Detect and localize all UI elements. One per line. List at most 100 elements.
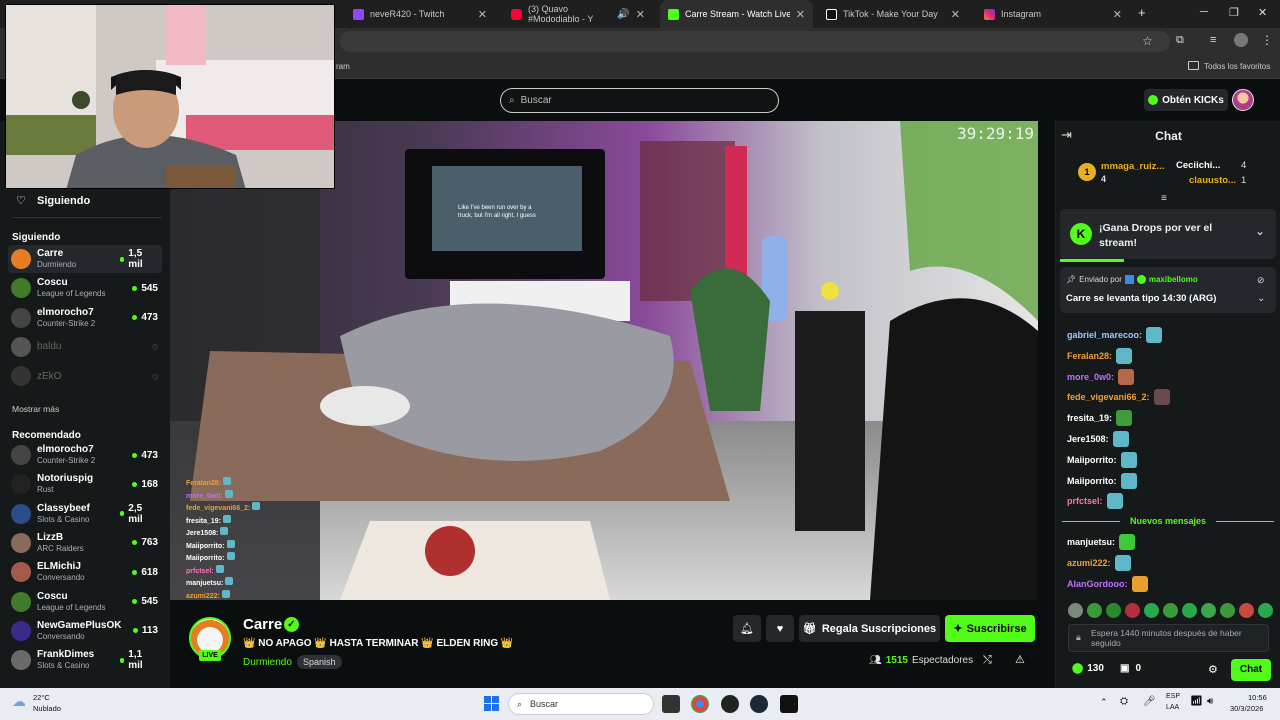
chat-username[interactable]: prfctsel:	[1067, 496, 1103, 506]
chat-username[interactable]: Maiiporrito:	[1067, 476, 1117, 486]
window-close-icon[interactable]: ✕	[1258, 6, 1267, 19]
sidebar-channel[interactable]: elmorocho7 Counter-Strike 2 473	[8, 304, 162, 332]
emote-icon[interactable]	[1125, 603, 1140, 618]
close-icon[interactable]: ✕	[951, 8, 960, 21]
taskbar-search[interactable]: ⌕ Buscar	[508, 693, 654, 715]
network-icon[interactable]: ⛭	[1120, 696, 1128, 707]
sidebar-channel[interactable]: LizzB ARC Raiders 763	[8, 529, 162, 557]
emote-icon[interactable]	[1220, 603, 1235, 618]
sidebar-channel[interactable]: baldu ⦸	[8, 333, 162, 361]
report-icon[interactable]: ⚠	[1015, 653, 1025, 666]
following-nav[interactable]: Siguiendo	[37, 195, 90, 207]
show-more-link[interactable]: Mostrar más	[12, 404, 59, 414]
sidebar-channel[interactable]: elmorocho7 Counter-Strike 2 473	[8, 441, 162, 469]
clock-date[interactable]: 30/3/2026	[1230, 704, 1263, 713]
tab-kick[interactable]: Carre Stream - Watch Live on K ✕	[660, 0, 813, 28]
speaker-icon[interactable]: 🔊	[617, 9, 629, 20]
wifi-icon[interactable]: 📶︎	[1190, 696, 1203, 707]
chat-username[interactable]: Maiiporrito:	[1067, 455, 1117, 465]
volume-icon[interactable]: 🔊︎	[1207, 696, 1213, 707]
chat-username[interactable]: Feralan28:	[1067, 351, 1112, 361]
emote-icon[interactable]	[1106, 603, 1121, 618]
settings-icon[interactable]: ⚙	[1208, 663, 1218, 676]
user-avatar[interactable]	[1232, 89, 1254, 111]
chevron-down-icon[interactable]: ⌄	[1257, 293, 1265, 304]
tab-instagram[interactable]: Instagram ✕	[976, 0, 1130, 28]
search-input[interactable]: ⌕ Buscar	[500, 88, 779, 113]
close-icon[interactable]: ✕	[796, 8, 805, 21]
epic-games-icon[interactable]	[780, 695, 798, 713]
chat-username[interactable]: gabriel_marecoo:	[1067, 330, 1142, 340]
emote-icon[interactable]	[1182, 603, 1197, 618]
sidebar-channel[interactable]: Carre Durmiendo 1,5 mil	[8, 245, 162, 273]
chat-input[interactable]: 🔒︎ Espera 1440 minutos después de haber …	[1068, 624, 1269, 652]
chat-username[interactable]: manjuetsu:	[1067, 537, 1115, 547]
emote-icon[interactable]	[1163, 603, 1178, 618]
emote-icon[interactable]	[1087, 603, 1102, 618]
task-view-icon[interactable]	[662, 695, 680, 713]
sidebar-channel[interactable]: NewGamePlusOK Conversando 113	[8, 617, 162, 645]
mic-icon[interactable]: 🎤︎	[1143, 696, 1156, 707]
tab-tiktok[interactable]: TikTok - Make Your Day ✕	[818, 0, 968, 28]
minimize-icon[interactable]: ─	[1200, 6, 1208, 18]
close-icon[interactable]: ✕	[478, 8, 487, 21]
leader-name[interactable]: clauusto...	[1189, 175, 1236, 186]
chat-username[interactable]: Jere1508:	[1067, 434, 1109, 444]
emote-icon[interactable]	[1201, 603, 1216, 618]
language-layout[interactable]: LAA	[1166, 704, 1179, 711]
tray-chevron-icon[interactable]: ⌃	[1100, 697, 1108, 708]
chrome-icon[interactable]	[691, 695, 709, 713]
url-field[interactable]	[340, 31, 1170, 52]
emote-icon[interactable]	[1144, 603, 1159, 618]
emote-icon[interactable]	[1068, 603, 1083, 618]
all-favorites[interactable]: Todos los favoritos	[1204, 62, 1270, 71]
video-player[interactable]: Like I've been run over by a truck, but …	[170, 121, 1038, 600]
subscribe-button[interactable]: ✦ Suscribirse	[945, 615, 1035, 642]
star-icon[interactable]: ☆	[1142, 34, 1153, 48]
language-code[interactable]: ESP	[1166, 693, 1180, 700]
maximize-icon[interactable]: ❐	[1229, 6, 1239, 19]
sidebar-channel[interactable]: Notoriuspig Rust 168	[8, 470, 162, 498]
app-icon[interactable]	[721, 695, 739, 713]
other-counter[interactable]: ▣ 0	[1120, 663, 1141, 674]
chat-username[interactable]: fede_vigevani66_2:	[1067, 392, 1150, 402]
streamer-name[interactable]: Carre	[243, 616, 282, 633]
windows-start-icon[interactable]	[484, 696, 499, 711]
language-tag[interactable]: Spanish	[297, 655, 342, 669]
emote-icon[interactable]	[1239, 603, 1254, 618]
chevron-down-icon[interactable]: ⌄	[1255, 224, 1265, 238]
playlist-icon[interactable]: ≡	[1210, 34, 1216, 46]
close-icon[interactable]: ✕	[1113, 8, 1122, 21]
stream-category[interactable]: Durmiendo	[243, 657, 292, 668]
emote-icon[interactable]	[1258, 603, 1273, 618]
gift-subs-button[interactable]: 🎁︎ Regala Suscripciones	[799, 615, 940, 642]
send-chat-button[interactable]: Chat	[1231, 659, 1271, 681]
chat-username[interactable]: azumi222:	[1067, 558, 1111, 568]
close-icon[interactable]: ✕	[636, 8, 645, 21]
sidebar-channel[interactable]: Classybeef Slots & Casino 2,5 mil	[8, 500, 162, 528]
notification-button[interactable]: 🔔︎	[733, 615, 761, 642]
sidebar-channel[interactable]: zEkO ⦸	[8, 362, 162, 390]
pinned-user[interactable]: maxibellomo	[1149, 275, 1198, 284]
leader-name[interactable]: mmaga_ruiz...	[1101, 161, 1164, 172]
sidebar-channel[interactable]: FrankDimes Slots & Casino 1,1 mil	[8, 646, 162, 674]
channel-points[interactable]: ⬤ 130	[1072, 663, 1104, 674]
chat-username[interactable]: AlanGordooo:	[1067, 579, 1128, 589]
unpin-icon[interactable]: ⊘	[1257, 275, 1265, 286]
tab-twitch[interactable]: neveR420 - Twitch ✕	[345, 0, 495, 28]
expand-leaderboard-icon[interactable]: ≡	[1161, 193, 1167, 204]
tab-youtube[interactable]: (3) Quavo #Mododiablo - Y 🔊 ✕	[503, 0, 653, 28]
extensions-icon[interactable]: ⧉	[1176, 34, 1184, 47]
new-tab-button[interactable]: +	[1138, 5, 1146, 20]
chat-username[interactable]: more_0w0:	[1067, 372, 1114, 382]
get-kicks-button[interactable]: Obtén KICKs	[1144, 89, 1228, 111]
sidebar-channel[interactable]: Coscu League of Legends 545	[8, 274, 162, 302]
steam-icon[interactable]	[750, 695, 768, 713]
sidebar-channel[interactable]: Coscu League of Legends 545	[8, 588, 162, 616]
share-icon[interactable]: ⤭	[983, 654, 992, 667]
clock-time[interactable]: 10:56	[1248, 693, 1267, 702]
profile-icon[interactable]	[1234, 33, 1248, 47]
bookmark-item[interactable]: ram	[336, 62, 350, 71]
menu-icon[interactable]: ⋮	[1261, 33, 1273, 47]
follow-button[interactable]: ♥	[766, 615, 794, 642]
